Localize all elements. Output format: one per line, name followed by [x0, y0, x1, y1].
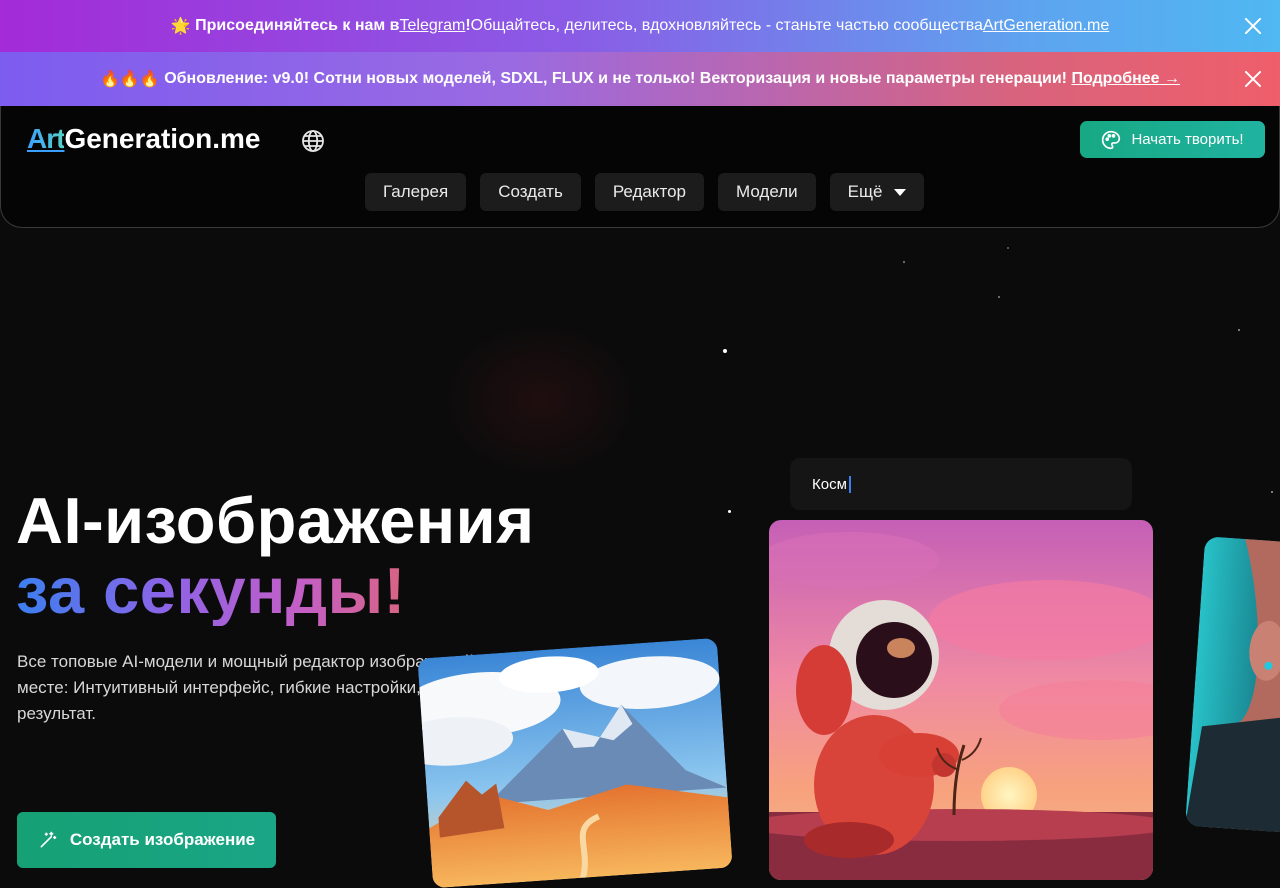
- main-nav: Галерея Создать Редактор Модели Ещё: [365, 173, 925, 211]
- create-image-label: Создать изображение: [69, 830, 256, 849]
- star-dot: [728, 510, 731, 513]
- telegram-banner: 🌟 Присоединяйтесь к нам в Telegram! Обща…: [0, 0, 1280, 52]
- star-dot: [1007, 247, 1009, 249]
- globe-icon[interactable]: [301, 129, 325, 153]
- site-link[interactable]: ArtGeneration.me: [983, 17, 1109, 35]
- close-icon[interactable]: [1244, 70, 1262, 88]
- start-creating-label: Начать творить!: [1131, 131, 1244, 148]
- telegram-banner-desc: Общайтесь, делитесь, вдохновляйтесь - ст…: [470, 17, 983, 34]
- caret-down-icon: [894, 188, 907, 196]
- prompt-value: Косм: [812, 475, 847, 493]
- create-image-button[interactable]: Создать изображение: [17, 812, 276, 868]
- site-header: Art Generation.me Начать творить! Галерея…: [0, 106, 1280, 228]
- hero-title-line1: AI-изображения: [16, 484, 535, 557]
- hero-title-line2: за секунды!: [16, 556, 535, 626]
- update-banner: 🔥🔥🔥 Обновление: v9.0! Сотни новых моделе…: [0, 52, 1280, 106]
- text-cursor: [848, 475, 851, 493]
- nav-gallery[interactable]: Галерея: [365, 173, 467, 211]
- star-dot: [1238, 329, 1240, 331]
- start-creating-button[interactable]: Начать творить!: [1080, 121, 1265, 158]
- nav-more-label: Ещё: [847, 182, 883, 201]
- star-dot: [1271, 491, 1273, 493]
- telegram-banner-text: Присоединяйтесь к нам в: [195, 17, 400, 34]
- more-link[interactable]: Подробнее →: [1071, 70, 1180, 88]
- hero-title: AI-изображения за секунды!: [16, 486, 535, 626]
- star-dot: [723, 349, 727, 353]
- portrait-image: [1185, 536, 1280, 834]
- update-banner-text: Обновление: v9.0! Сотни новых моделей, S…: [164, 70, 1067, 87]
- star-emoji: 🌟: [170, 18, 191, 35]
- logo[interactable]: Art Generation.me: [27, 123, 261, 155]
- palette-icon: [1102, 130, 1121, 149]
- background-glow: [440, 320, 640, 480]
- magic-wand-icon: [40, 831, 57, 848]
- astronaut-image: [769, 520, 1153, 880]
- nav-create[interactable]: Создать: [480, 173, 581, 211]
- logo-text: Generation.me: [64, 123, 261, 154]
- close-icon[interactable]: [1244, 17, 1262, 35]
- star-dot: [998, 296, 1000, 298]
- telegram-link[interactable]: Telegram: [400, 17, 466, 35]
- fire-emoji: 🔥🔥🔥: [99, 71, 160, 88]
- nav-more[interactable]: Ещё: [829, 173, 925, 211]
- logo-art: Art: [27, 123, 65, 154]
- star-dot: [903, 261, 905, 263]
- nav-editor[interactable]: Редактор: [594, 173, 704, 211]
- mountain-image: [417, 637, 733, 888]
- nav-models[interactable]: Модели: [718, 173, 816, 211]
- prompt-input[interactable]: Косм: [790, 458, 1132, 510]
